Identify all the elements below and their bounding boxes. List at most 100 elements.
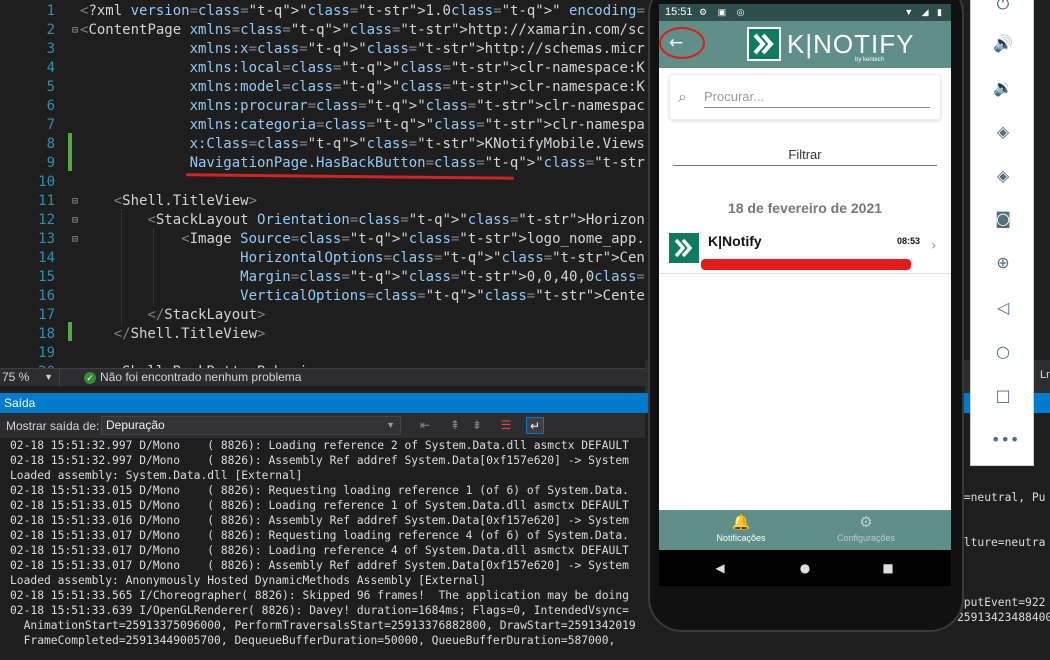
code-line[interactable]: 17 </StackLayout> xyxy=(0,306,645,325)
code-text: </StackLayout> xyxy=(147,307,266,323)
notification-title: K|Notify xyxy=(708,233,762,249)
overview-square-icon[interactable]: □ xyxy=(991,384,1015,408)
code-line[interactable]: 8 x:Class=class="t-q">"class="t-str">KNo… xyxy=(0,135,645,154)
volume-down-icon[interactable]: 🔉 xyxy=(991,76,1015,100)
search-input[interactable] xyxy=(704,86,930,108)
code-line[interactable]: 13 ⊟ <Image Source=class="t-q">"class="t-… xyxy=(0,230,645,249)
next-message-icon[interactable]: ⇟ xyxy=(468,417,486,434)
line-number: 17 xyxy=(38,307,55,323)
rotate-left-icon[interactable]: ◈ xyxy=(991,120,1015,144)
code-text: VerticalOptions=class="t-q">"class="t-st… xyxy=(240,288,645,304)
code-text: xmlns:model=class="t-q">"class="t-str">c… xyxy=(189,79,645,95)
search-card: ⌕ xyxy=(669,74,941,120)
line-number: 14 xyxy=(38,250,55,266)
code-text: xmlns:local=class="t-q">"class="t-str">c… xyxy=(189,60,645,76)
log-line: 02-18 15:51:33.017 D/Mono ( 8826): Reque… xyxy=(10,529,629,542)
line-number: 4 xyxy=(46,60,55,76)
output-source-select[interactable]: Depuração ▼ xyxy=(101,416,401,435)
filter-button[interactable]: Filtrar xyxy=(673,146,937,166)
line-number: 10 xyxy=(38,174,55,190)
zoom-icon[interactable]: ⊕ xyxy=(991,251,1015,275)
android-status-bar: 15:51 ⚙ ▣ ◎ ▼ ◢ ▮ xyxy=(659,4,951,21)
code-line[interactable]: 6 xmlns:procurar=class="t-q">"class="t-s… xyxy=(0,97,645,116)
tab-notifications-label: Notificações xyxy=(716,533,766,543)
code-line[interactable]: 4 xmlns:local=class="t-q">"class="t-str"… xyxy=(0,59,645,78)
phone-screen: 15:51 ⚙ ▣ ◎ ▼ ◢ ▮ ← K|NOTIFY by kentech … xyxy=(659,4,951,550)
code-line[interactable]: 9 NavigationPage.HasBackButton=class="t-… xyxy=(0,154,645,173)
code-text: x:Class=class="t-q">"class="t-str">KNoti… xyxy=(189,136,645,152)
back-arrow-icon[interactable]: ← xyxy=(665,32,687,54)
back-icon[interactable]: ◀ xyxy=(711,559,729,577)
fold-toggle-icon[interactable]: ⊟ xyxy=(72,192,78,211)
show-output-label: Mostrar saída de: xyxy=(6,419,100,433)
previous-message-icon[interactable]: ⇞ xyxy=(446,417,464,434)
home-circle-icon[interactable]: ○ xyxy=(991,340,1015,364)
line-number: 9 xyxy=(46,155,55,171)
word-wrap-toggle-icon[interactable]: ↵ xyxy=(526,417,544,434)
log-line: 02-18 15:51:33.017 D/Mono ( 8826): Assem… xyxy=(10,559,629,572)
code-line[interactable]: 14 HorizontalOptions=class="t-q">"class=… xyxy=(0,249,645,268)
editor-status-bar: 75 % ▼ ✓ Não foi encontrado nenhum probl… xyxy=(0,368,645,386)
logo-chevron-icon xyxy=(747,27,781,61)
recents-icon[interactable]: ■ xyxy=(879,559,897,577)
code-line[interactable]: 5 xmlns:model=class="t-q">"class="t-str"… xyxy=(0,78,645,97)
search-icon: ⌕ xyxy=(678,87,687,106)
power-icon[interactable]: ⏻ xyxy=(991,0,1015,16)
code-line[interactable]: 15 Margin=class="t-q">"class="t-str">0,0… xyxy=(0,268,645,287)
log-line: 02-18 15:51:33.017 D/Mono ( 8826): Loadi… xyxy=(10,544,629,557)
line-number: 8 xyxy=(46,136,55,152)
emulator-toolbar: ⏻ 🔊 🔉 ◈ ◈ ◙ ⊕ ◁ ○ □ ••• xyxy=(970,0,1034,466)
bell-icon: 🔔 xyxy=(731,513,751,531)
status-message: Não foi encontrado nenhum problema xyxy=(100,370,302,384)
logo-subtitle: by kentech xyxy=(855,57,885,63)
code-text: <Image Source=class="t-q">"class="t-str"… xyxy=(181,231,645,247)
clear-all-icon[interactable]: ☰ xyxy=(497,417,515,434)
code-line[interactable]: 2 ⊟ <ContentPage xmlns=class="t-q">"class=… xyxy=(0,21,645,40)
code-line[interactable]: 12 ⊟ <StackLayout Orientation=class="t-q"… xyxy=(0,211,645,230)
log-line: 02-18 15:51:33.016 D/Mono ( 8826): Assem… xyxy=(10,514,629,527)
output-log[interactable]: 02-18 15:51:32.997 D/Mono ( 8826): Loadi… xyxy=(0,438,645,660)
log-line: 02-18 15:51:33.639 I/OpenGLRenderer( 882… xyxy=(10,604,629,617)
code-line[interactable]: 11 ⊟ <Shell.TitleView> xyxy=(0,192,645,211)
tab-notifications[interactable]: 🔔 Notificações xyxy=(691,512,791,543)
line-indicator: Ln xyxy=(1040,369,1050,381)
code-line[interactable]: 1 <?xml version=class="t-q">"class="t-str… xyxy=(0,2,645,21)
code-text: xmlns:categoria=class="t-q">"class="t-st… xyxy=(189,117,645,133)
line-number: 18 xyxy=(38,326,55,342)
code-line[interactable]: 3 xmlns:x=class="t-q">"class="t-str">htt… xyxy=(0,40,645,59)
tab-settings[interactable]: ⚙ Configurações xyxy=(816,512,916,543)
chevron-right-icon: › xyxy=(931,238,937,254)
date-group-header: 18 de fevereiro de 2021 xyxy=(727,200,883,216)
find-message-icon[interactable]: ⇤ xyxy=(416,417,434,434)
line-number: 11 xyxy=(38,193,55,209)
notification-list-item[interactable]: K|Notify 08:53 › xyxy=(659,226,951,274)
log-line: 02-18 15:51:33.015 D/Mono ( 8826): Loadi… xyxy=(10,499,629,512)
code-text: <Shell.TitleView> xyxy=(113,193,258,209)
status-right-icons: ▼ ◢ ▮ xyxy=(904,7,945,17)
log-line: 02-18 15:51:32.997 D/Mono ( 8826): Loadi… xyxy=(10,439,629,452)
fold-toggle-icon[interactable]: ⊟ xyxy=(72,21,78,40)
code-text: Margin=class="t-q">"class="t-str">0,0,40… xyxy=(240,269,645,285)
fold-toggle-icon[interactable]: ⊟ xyxy=(72,211,78,230)
more-icon[interactable]: ••• xyxy=(991,428,1019,452)
volume-up-icon[interactable]: 🔊 xyxy=(991,32,1015,56)
back-triangle-icon[interactable]: ◁ xyxy=(991,296,1015,320)
bottom-tab-bar: 🔔 Notificações ⚙ Configurações xyxy=(659,510,951,550)
line-number: 1 xyxy=(46,3,55,19)
rotate-right-icon[interactable]: ◈ xyxy=(991,164,1015,188)
log-line: 02-18 15:51:33.565 I/Choreographer( 8826… xyxy=(10,589,629,602)
log-line: Loaded assembly: Anonymously Hosted Dyna… xyxy=(10,574,487,587)
code-line[interactable]: 19 xyxy=(0,344,645,363)
zoom-dropdown[interactable]: 75 % ▼ xyxy=(0,369,60,386)
zoom-value: 75 % xyxy=(2,370,30,384)
camera-icon[interactable]: ◙ xyxy=(991,207,1015,231)
fold-toggle-icon[interactable]: ⊟ xyxy=(72,230,78,249)
code-line[interactable]: 16 VerticalOptions=class="t-q">"class="t… xyxy=(0,287,645,306)
code-line[interactable]: 7 xmlns:categoria=class="t-q">"class="t-… xyxy=(0,116,645,135)
home-icon[interactable]: ● xyxy=(796,559,814,577)
log-line-fragment: e=neutral, Pu xyxy=(957,491,1046,504)
code-editor[interactable]: 1 <?xml version=class="t-q">"class="t-str… xyxy=(0,0,645,368)
log-line-fragment: nputEvent=922 xyxy=(957,596,1046,609)
code-line[interactable]: 18 </Shell.TitleView> xyxy=(0,325,645,344)
status-left-icons: ⚙ ▣ ◎ xyxy=(699,7,749,17)
